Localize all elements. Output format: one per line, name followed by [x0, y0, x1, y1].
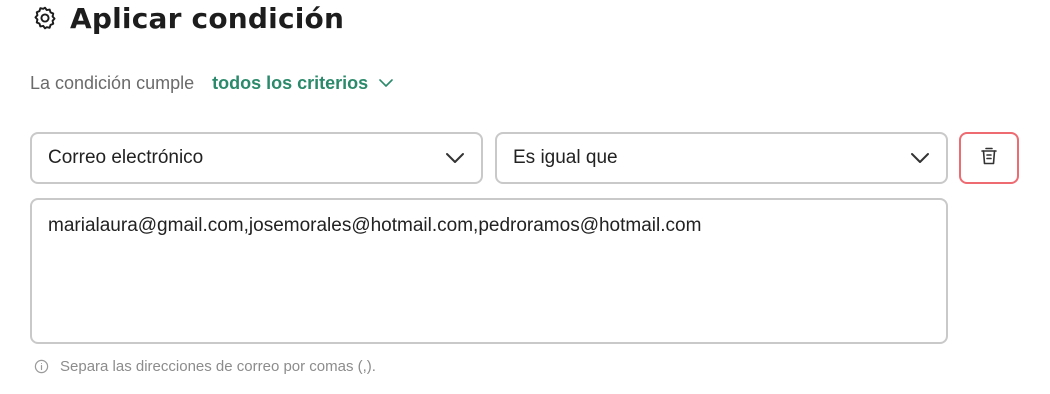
emails-textarea-value: marialaura@gmail.com,josemorales@hotmail…	[48, 215, 702, 236]
info-icon	[34, 358, 50, 374]
chevron-down-icon	[443, 146, 467, 170]
operator-select-value: Es igual que	[513, 147, 618, 168]
operator-select[interactable]: Es igual que	[495, 132, 948, 184]
criteria-row: La condición cumple todos los criterios	[30, 70, 396, 96]
criteria-label: La condición cumple	[30, 72, 195, 93]
emails-hint: Separa las direcciones de correo por com…	[34, 356, 376, 376]
gear-icon	[30, 3, 60, 33]
trash-icon	[980, 146, 998, 171]
emails-textarea[interactable]: marialaura@gmail.com,josemorales@hotmail…	[30, 198, 948, 344]
page-header: Aplicar condición	[30, 0, 344, 36]
chevron-down-icon	[378, 74, 396, 92]
criteria-dropdown[interactable]: todos los criterios	[212, 73, 396, 94]
field-select-value: Correo electrónico	[48, 147, 204, 168]
page-title: Aplicar condición	[70, 1, 345, 35]
chevron-down-icon	[908, 146, 932, 170]
field-select[interactable]: Correo electrónico	[30, 132, 483, 184]
criteria-dropdown-value: todos los criterios	[212, 72, 369, 93]
delete-condition-button[interactable]	[959, 132, 1019, 184]
emails-hint-text: Separa las direcciones de correo por com…	[60, 357, 376, 375]
